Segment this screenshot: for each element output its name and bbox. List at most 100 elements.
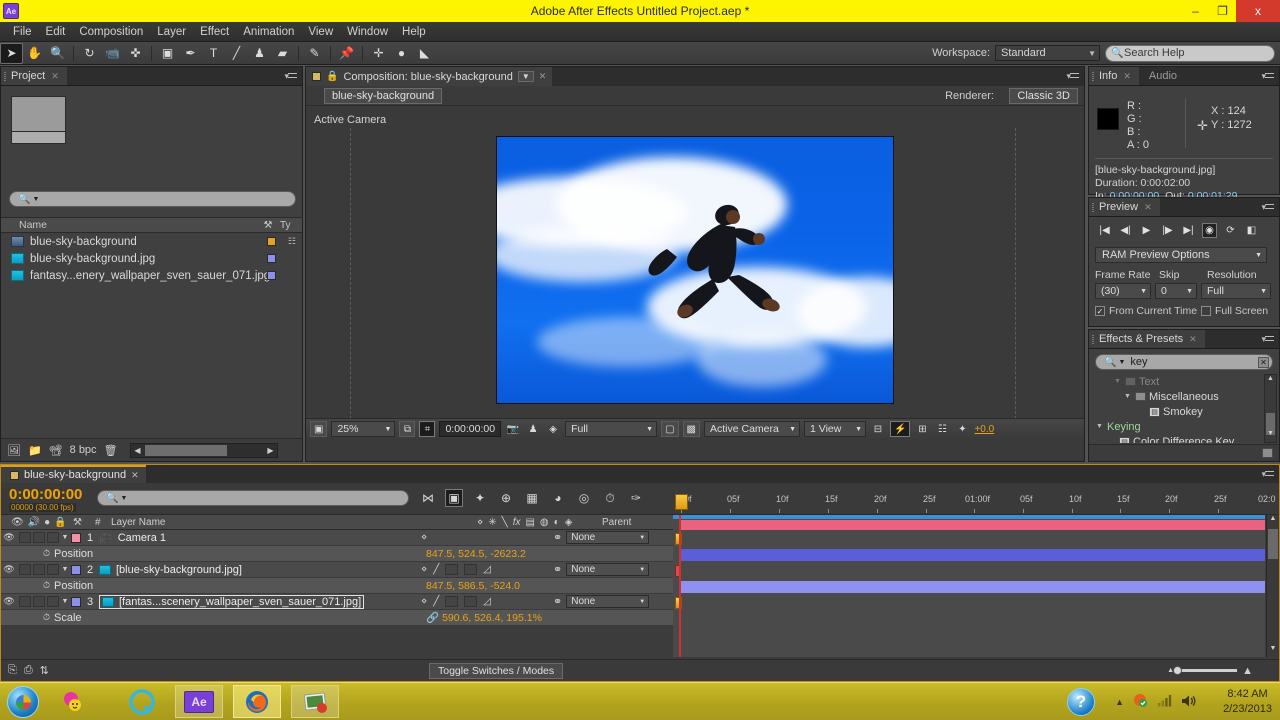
scroll-right-icon[interactable]: ▶ <box>264 446 277 455</box>
zoom-in-icon[interactable]: ▲ <box>1242 665 1253 677</box>
quicktime-icon[interactable] <box>128 688 156 716</box>
always-preview-icon[interactable]: ▣ <box>310 421 328 437</box>
next-frame-button[interactable]: |▶ <box>1160 223 1175 238</box>
frame-blend-toggle[interactable] <box>464 596 478 607</box>
table-row[interactable]: 👁 ▼ 1 🎥 Camera 1 ⋄ ⚭ None ▼ <box>1 530 673 546</box>
new-animation-preset-icon[interactable] <box>1262 448 1273 458</box>
shy-icon[interactable]: ⋄ <box>421 532 427 543</box>
audio-toggle[interactable] <box>19 532 31 543</box>
tree-item-keying[interactable]: ▼ Keying <box>1091 419 1263 434</box>
lock-toggle[interactable] <box>47 532 59 543</box>
hide-shy-layers-icon[interactable]: ✦ <box>471 489 489 507</box>
puppet-pin-tool[interactable]: 📌 <box>335 43 358 64</box>
camera-view-dropdown[interactable]: Active Camera ▼ <box>704 421 800 437</box>
interpret-footage-icon[interactable]: 🖼 <box>7 444 21 457</box>
timeline-zoom-control[interactable]: ▲ ▲ <box>1167 665 1253 677</box>
list-item[interactable]: fantasy...enery_wallpaper_sven_sauer_071… <box>1 267 302 284</box>
tree-item-color-difference-key[interactable]: ▤ Color Difference Key <box>1091 434 1263 443</box>
tree-item-text[interactable]: ▼ Text <box>1091 374 1263 389</box>
ram-preview-button[interactable]: ◉ <box>1202 223 1217 238</box>
taskbar-clock[interactable]: 8:42 AM 2/23/2013 <box>1223 687 1272 717</box>
zoom-slider-track[interactable] <box>1173 666 1238 675</box>
shy-icon[interactable]: ⋄ <box>421 596 427 607</box>
fast-previews-icon[interactable]: ⚡ <box>890 421 911 437</box>
loop-button[interactable]: ⟳ <box>1223 223 1238 238</box>
shy-icon[interactable]: ⋄ <box>421 564 427 575</box>
parent-dropdown[interactable]: None ▼ <box>566 563 650 576</box>
column-type[interactable]: Ty <box>280 220 302 231</box>
audio-toggle[interactable] <box>19 564 31 575</box>
show-snapshot-icon[interactable]: ♟ <box>525 421 541 437</box>
timeline-search-input[interactable]: 🔍 ▼ <box>97 490 409 506</box>
composition-mini-flowchart-icon[interactable]: ⋈ <box>419 489 437 507</box>
show-hidden-icons[interactable]: ▲ <box>1115 697 1124 707</box>
label-color-swatch[interactable] <box>71 564 81 575</box>
take-snapshot-icon[interactable]: 📷 <box>505 421 521 437</box>
rotation-tool[interactable]: ↻ <box>78 43 101 64</box>
tab-project[interactable]: Project ✕ <box>1 67 67 85</box>
property-track-row[interactable] <box>673 563 1265 579</box>
timeline-icon[interactable]: ⊞ <box>914 421 930 437</box>
label-swatch[interactable] <box>267 271 276 280</box>
graph-editor-icon[interactable]: ◎ <box>575 489 593 507</box>
reset-exposure-icon[interactable]: ✦ <box>954 421 970 437</box>
brainstorm-icon[interactable]: ◕ <box>549 489 567 507</box>
layer-name-editing[interactable]: [fantas...scenery_wallpaper_sven_sauer_0… <box>99 594 365 609</box>
tree-item-miscellaneous[interactable]: ▼ Miscellaneous <box>1091 389 1263 404</box>
help-circle-icon[interactable]: ? <box>1067 688 1095 716</box>
scroll-up-icon[interactable]: ▲ <box>1267 515 1279 527</box>
property-row[interactable]: ⏱ Position 847.5, 586.5, -524.0 <box>1 578 673 594</box>
region-view-icon[interactable]: ▢ <box>661 421 679 437</box>
timeline-timecode[interactable]: 0:00:00:00 <box>9 486 82 503</box>
effects-toggle[interactable] <box>445 564 459 575</box>
ram-preview-options-dropdown[interactable]: RAM Preview Options ▼ <box>1095 247 1267 263</box>
parent-pickwhip-icon[interactable]: ⚭ <box>553 595 562 608</box>
layer-name[interactable]: [blue-sky-background.jpg] <box>99 564 242 576</box>
effects-toggle[interactable] <box>445 596 459 607</box>
chevron-down-icon[interactable]: ▼ <box>1123 393 1132 400</box>
zoom-slider-knob[interactable] <box>1173 666 1183 675</box>
tab-preview[interactable]: Preview ✕ <box>1089 198 1160 216</box>
enable-frame-blending-icon[interactable]: ⊕ <box>497 489 515 507</box>
frame-blend-toggle[interactable] <box>464 564 478 575</box>
menu-help[interactable]: Help <box>395 24 433 40</box>
eye-icon[interactable]: 👁 <box>1 532 17 543</box>
3d-layer-icon[interactable]: ◿ <box>483 564 491 575</box>
scroll-down-icon[interactable]: ▼ <box>1265 430 1276 442</box>
shape-tool[interactable]: ▣ <box>156 43 179 64</box>
column-number[interactable]: # <box>95 517 111 528</box>
eye-icon[interactable]: 👁 <box>1 596 17 607</box>
pen-tool[interactable]: ✒ <box>179 43 202 64</box>
layer-duration-bar[interactable] <box>681 520 1265 530</box>
layer-name[interactable]: 🎥 Camera 1 <box>99 531 166 545</box>
clone-stamp-tool[interactable]: ♟ <box>248 43 271 64</box>
link-icon[interactable]: 🔗 <box>426 612 439 624</box>
panel-menu-icon[interactable]: ▾ <box>1261 469 1274 480</box>
chevron-down-icon[interactable]: ▼ <box>1113 378 1122 385</box>
move-anchor-icon[interactable]: ✛ <box>367 43 390 64</box>
parent-dropdown[interactable]: None ▼ <box>566 531 650 544</box>
tab-info[interactable]: Info ✕ <box>1089 67 1139 85</box>
mask-icon[interactable]: ◣ <box>413 43 436 64</box>
project-search-input[interactable]: 🔍 ▼ <box>9 191 296 207</box>
3d-layer-icon[interactable]: ◿ <box>483 596 491 607</box>
transparency-grid-icon[interactable]: ▩ <box>682 421 700 437</box>
clear-search-icon[interactable]: ✕ <box>1258 356 1269 368</box>
motion-blur-icon[interactable]: ▦ <box>523 489 541 507</box>
full-screen-checkbox[interactable] <box>1201 306 1211 316</box>
solo-toggle[interactable] <box>33 532 45 543</box>
effects-vertical-scrollbar[interactable]: ▲ ▼ <box>1264 374 1277 443</box>
photo-viewer-taskbar-button[interactable] <box>291 685 339 718</box>
hand-tool[interactable]: ✋ <box>23 43 46 64</box>
tree-item-smokey[interactable]: ▤ Smokey <box>1091 404 1263 419</box>
effects-search-input[interactable]: 🔍 ▼ key ✕ <box>1095 354 1273 370</box>
composition-viewer[interactable]: Active Camera ▣ 25% ▼ ⧉ ⌗ 0:00:00:00 📷 ♟… <box>306 106 1084 439</box>
solo-toggle[interactable] <box>33 596 45 607</box>
bit-depth-label[interactable]: 8 bpc <box>70 444 97 456</box>
quality-icon[interactable]: ╱ <box>433 564 439 575</box>
region-of-interest-icon[interactable]: ⧉ <box>399 421 416 437</box>
list-item[interactable]: blue-sky-background ☷ <box>1 233 302 250</box>
menu-view[interactable]: View <box>301 24 340 40</box>
audio-button[interactable]: ◧ <box>1244 223 1259 238</box>
layer-duration-bar[interactable] <box>681 549 1265 561</box>
